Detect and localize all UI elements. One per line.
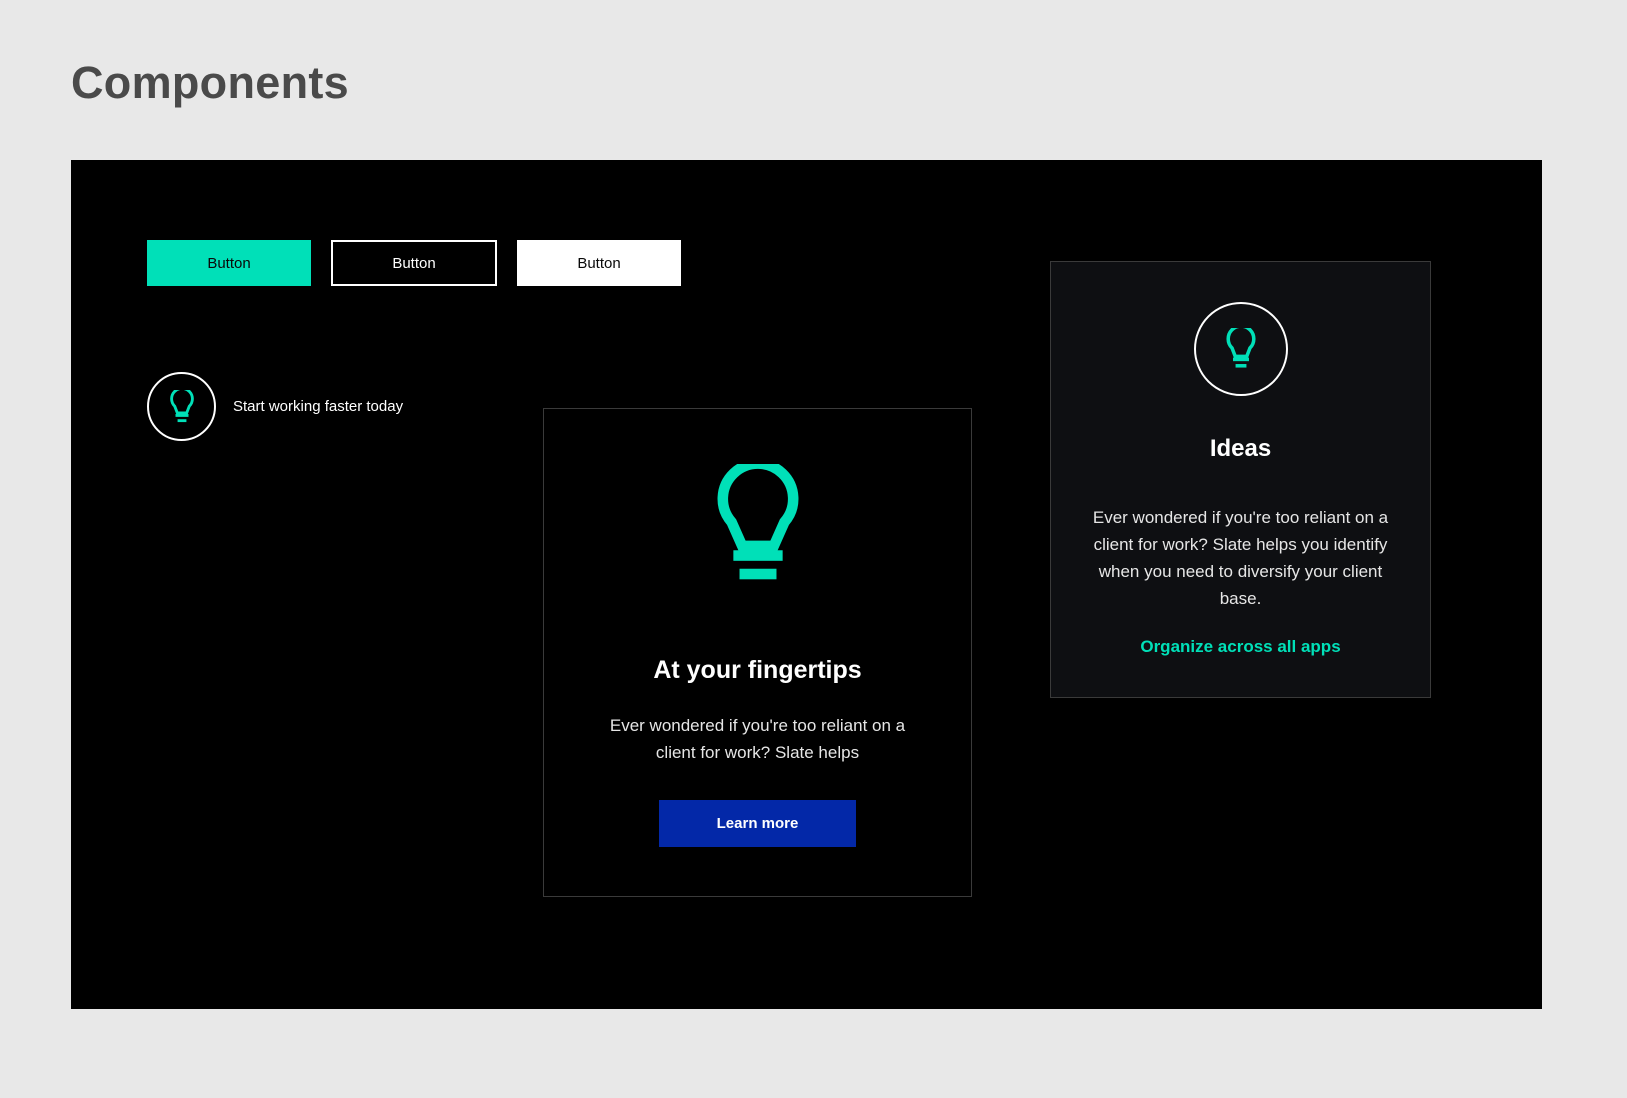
lightbulb-icon: [169, 389, 194, 422]
icon-circle: [1194, 302, 1288, 396]
card-title: Ideas: [1209, 435, 1272, 462]
outline-button[interactable]: Button: [331, 240, 497, 286]
feature-card-center: At your fingertips Ever wondered if you'…: [543, 408, 972, 897]
page-title: Components: [71, 57, 349, 108]
primary-button[interactable]: Button: [147, 240, 311, 286]
lightbulb-icon: [717, 464, 799, 580]
light-button[interactable]: Button: [517, 240, 681, 286]
card-body: Ever wondered if you're too reliant on a…: [609, 716, 906, 762]
feature-card-right: Ideas Ever wondered if you're too relian…: [1050, 261, 1431, 698]
organize-link[interactable]: Organize across all apps: [1051, 637, 1430, 657]
lightbulb-icon: [1226, 328, 1256, 368]
component-canvas: Button Button Button Start working faste…: [71, 160, 1542, 1009]
icon-circle: [147, 372, 216, 441]
learn-more-button[interactable]: Learn more: [659, 800, 856, 847]
card-title: At your fingertips: [653, 656, 862, 684]
feature-text: Start working faster today: [233, 398, 404, 415]
card-body: Ever wondered if you're too reliant on a…: [1092, 508, 1389, 608]
feature-item: Start working faster today: [147, 372, 403, 441]
